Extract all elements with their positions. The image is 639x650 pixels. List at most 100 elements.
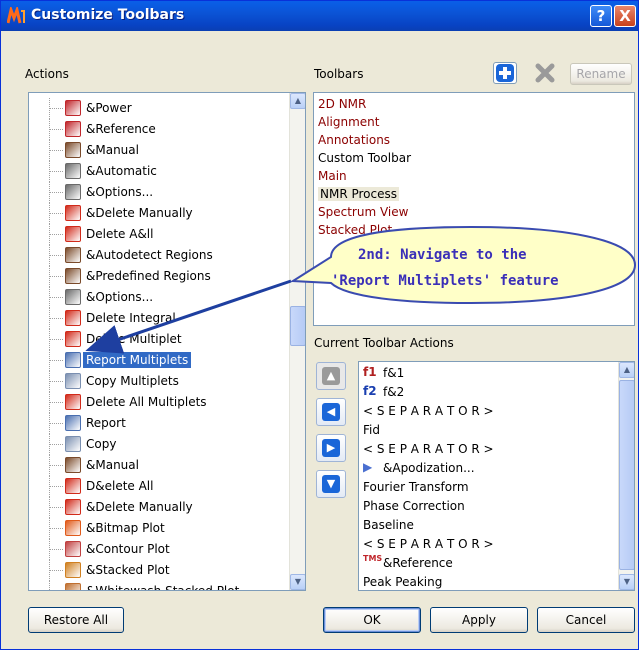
action-item[interactable]: Delete All Multiplets [29,392,281,413]
actions-scrollbar[interactable]: ▲ ▼ [289,93,305,590]
action-item[interactable]: &Reference [29,119,281,140]
action-item[interactable]: Delete Integral [29,308,281,329]
move-right-button[interactable]: ▶ [316,434,346,462]
tree-connector [49,150,63,151]
tree-connector [49,297,63,298]
current-action-item[interactable]: f2 f&2 [359,383,619,402]
add-toolbar-button[interactable] [493,62,517,84]
toolbar-list-item[interactable]: Spectrum View [318,205,408,219]
action-item-label: Delete Integral [86,311,176,325]
report-icon [65,415,81,431]
callout-line-1: 2nd: Navigate to the [358,247,527,263]
help-button[interactable]: ? [590,5,612,27]
delete-toolbar-button[interactable] [533,62,557,84]
copy-multiplets-icon [65,373,81,389]
scroll-thumb[interactable] [619,380,634,570]
scroll-up-arrow[interactable]: ▲ [619,362,634,378]
action-item-label: &Manual [86,143,139,157]
action-item-label: Copy Multiplets [86,374,179,388]
action-item[interactable]: &Delete Manually [29,497,281,518]
action-item[interactable]: Report [29,413,281,434]
tree-connector [49,423,63,424]
toolbar-list-item[interactable]: Annotations [318,133,390,147]
current-action-item[interactable]: < S E P A R A T O R > [359,440,619,459]
current-action-item[interactable]: Fid [359,421,619,440]
action-item[interactable]: Delete A&ll [29,224,281,245]
current-action-item[interactable]: < S E P A R A T O R > [359,535,619,554]
current-action-item[interactable]: Phase Correction [359,497,619,516]
current-action-item[interactable]: Baseline [359,516,619,535]
scroll-up-arrow[interactable]: ▲ [290,93,305,109]
options-icon [65,289,81,305]
current-action-label: Fid [363,423,380,437]
scroll-thumb[interactable] [290,306,305,346]
current-action-item[interactable]: ▶ &Apodization... [359,459,619,478]
current-toolbar-actions-list[interactable]: f1 f&1 f2 f&2 < S E P A R A T O R > Fid < S E … [358,361,635,591]
manual-icon [65,142,81,158]
action-item[interactable]: Report Multiplets [29,350,281,371]
current-action-item[interactable]: Fourier Transform [359,478,619,497]
scroll-down-arrow[interactable]: ▼ [290,574,305,590]
tree-connector [49,192,63,193]
scroll-down-arrow[interactable]: ▼ [619,574,634,590]
action-item-label: Report [86,416,126,430]
current-action-label: &Apodization... [383,461,475,475]
action-item[interactable]: &Bitmap Plot [29,518,281,539]
toolbar-list-item[interactable]: Custom Toolbar [318,151,411,165]
ok-button[interactable]: OK [323,607,421,633]
action-item[interactable]: &Automatic [29,161,281,182]
action-item-label: &Delete Manually [86,500,193,514]
actions-tree[interactable]: &Power &Reference &Manual &Automatic &Option… [28,92,306,591]
action-item[interactable]: Copy [29,434,281,455]
action-item[interactable]: &Predefined Regions [29,266,281,287]
current-action-label: Peak Peaking [363,575,443,589]
action-item[interactable]: Delete Multiplet [29,329,281,350]
action-item[interactable]: &Contour Plot [29,539,281,560]
action-item[interactable]: Copy Multiplets [29,371,281,392]
toolbar-list-item[interactable]: Stacked Plot [318,223,392,237]
action-item[interactable]: &Stacked Plot [29,560,281,581]
current-action-item[interactable]: Peak Peaking [359,573,619,590]
apply-button[interactable]: Apply [430,607,528,633]
toolbars-label: Toolbars [314,67,364,81]
stacked-plot-icon [65,562,81,578]
close-button[interactable]: X [614,5,636,27]
move-down-button[interactable]: ▼ [316,470,346,498]
move-left-button[interactable]: ◀ [316,398,346,426]
action-item[interactable]: &Options... [29,182,281,203]
app-logo-icon [7,7,25,24]
title-bar[interactable]: Customize Toolbars ? X [1,1,638,31]
action-item-label: &Autodetect Regions [86,248,213,262]
action-item[interactable]: &Delete Manually [29,203,281,224]
copy-icon [65,436,81,452]
toolbars-list[interactable]: 2D NMR Alignment Annotations Custom Toolbar… [313,92,635,326]
tree-connector [49,129,63,130]
rename-button[interactable]: Rename [570,63,632,85]
action-item[interactable]: D&elete All [29,476,281,497]
tree-connector [49,255,63,256]
action-item[interactable]: &Whitewash Stacked Plot [29,581,281,591]
current-actions-scrollbar[interactable]: ▲ ▼ [618,362,634,590]
current-action-item[interactable]: f1 f&1 [359,364,619,383]
current-action-item[interactable]: < S E P A R A T O R > [359,402,619,421]
delete-multiplet-icon [65,331,81,347]
action-item-label: &Whitewash Stacked Plot [86,584,240,591]
toolbar-list-item[interactable]: 2D NMR [318,97,366,111]
toolbar-list-item[interactable]: Main [318,169,347,183]
action-item[interactable]: &Manual [29,455,281,476]
action-item[interactable]: &Power [29,98,281,119]
action-item-label: &Stacked Plot [86,563,170,577]
toolbar-list-item[interactable]: Alignment [318,115,379,129]
tree-connector [49,381,63,382]
toolbar-list-item[interactable]: NMR Process [318,187,400,201]
action-item[interactable]: &Manual [29,140,281,161]
current-action-item[interactable]: TMS &Reference [359,554,619,573]
action-item[interactable]: &Options... [29,287,281,308]
cancel-button[interactable]: Cancel [537,607,635,633]
action-item[interactable]: &Autodetect Regions [29,245,281,266]
move-up-button[interactable]: ▲ [316,362,346,390]
restore-all-button[interactable]: Restore All [28,607,124,633]
current-action-label: Fourier Transform [363,480,469,494]
tms-reference-icon: TMS [363,554,383,563]
tree-connector [49,507,63,508]
